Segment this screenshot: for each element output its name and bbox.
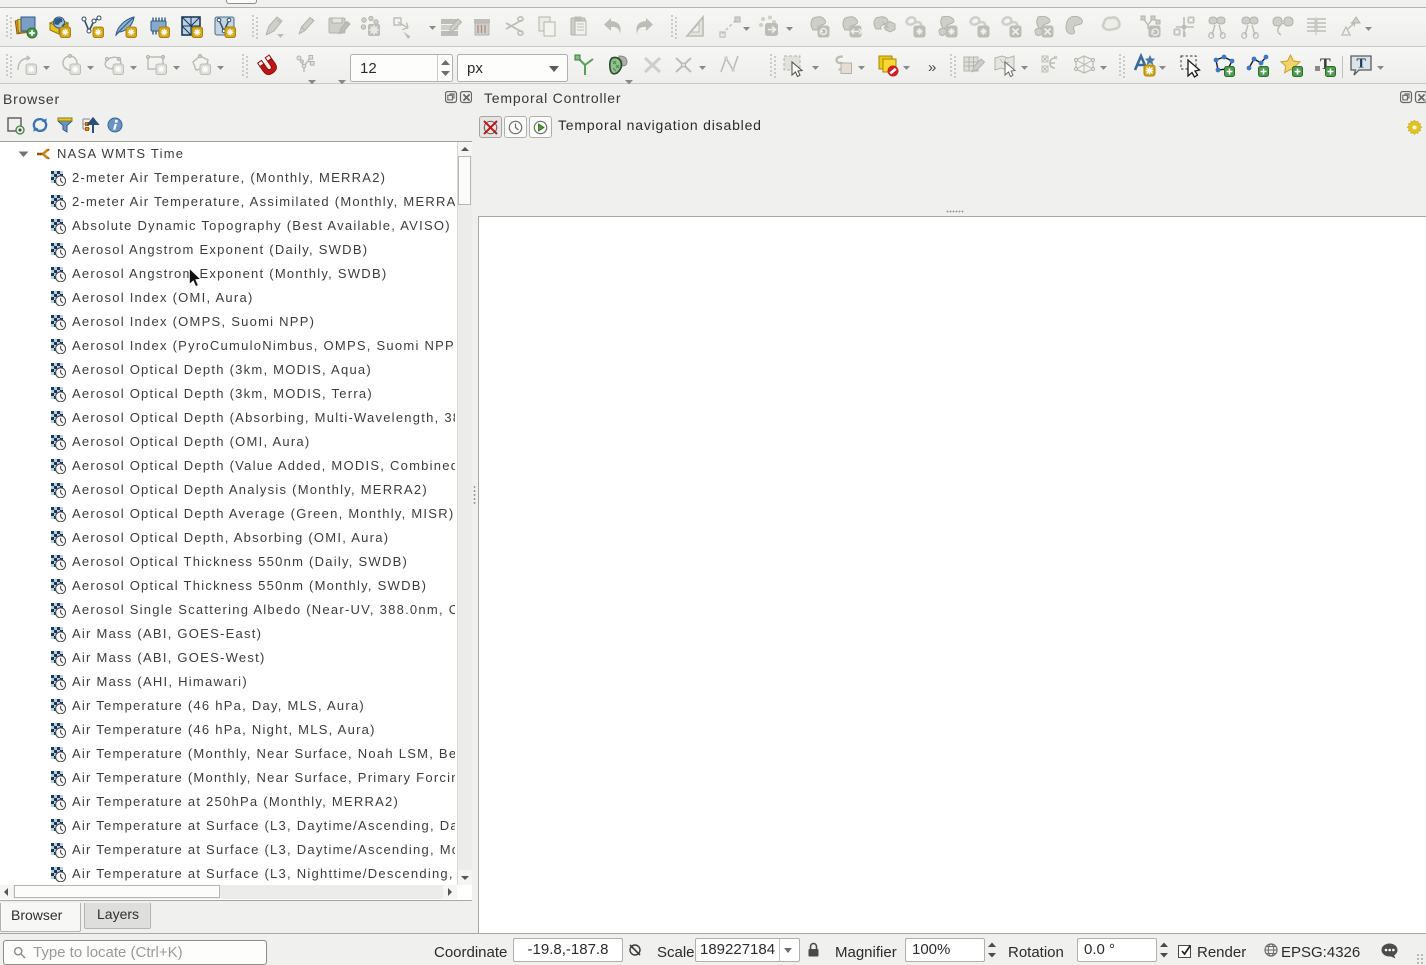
svg-text:T: T	[1357, 57, 1367, 72]
svg-text:px: px	[467, 60, 483, 77]
svg-text:»: »	[928, 59, 936, 76]
svg-text:12: 12	[360, 60, 377, 77]
